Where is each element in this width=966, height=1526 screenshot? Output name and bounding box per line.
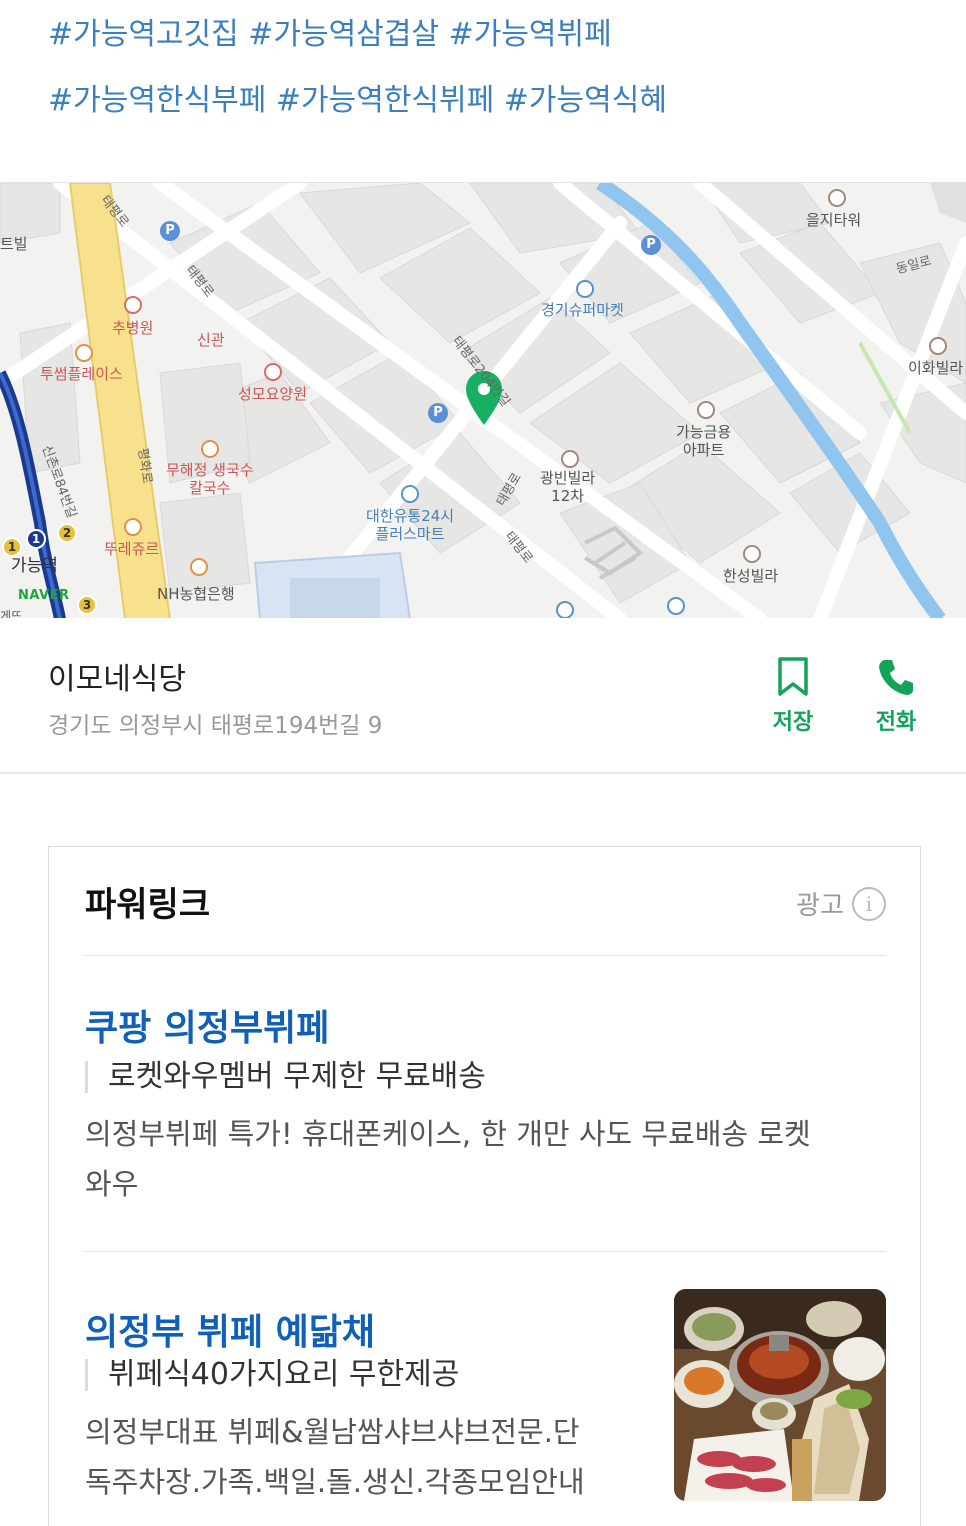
map-label: 가능금용 아파트 [676, 423, 732, 459]
powerlink-section: 파워링크 광고 i 쿠팡 의정부뷔페 로켓와우멤버 무제한 무료배송 의정부뷔페… [48, 846, 921, 1526]
building-icon [743, 545, 761, 563]
map-label: 가능역 [11, 556, 58, 576]
ad-title-link[interactable]: 의정부 뷔페 예닮채 [85, 1303, 375, 1355]
map-label: 한성빌라 [723, 567, 779, 585]
store-icon [401, 485, 419, 503]
bank-icon [190, 558, 208, 576]
hashtag-line-2: #가능역한식부페 #가능역한식뷔페 #가능역식혜 [48, 76, 928, 142]
map-label: 경기슈퍼마켓 [541, 301, 624, 319]
building-icon [828, 189, 846, 207]
ad-notice[interactable]: 광고 i [796, 885, 886, 922]
map-label: 을지타워 [806, 211, 862, 229]
place-address: 경기도 의정부시 태평로194번길 9 [48, 713, 383, 739]
hashtag-link[interactable]: #가능역한식뷔페 [276, 83, 494, 118]
ad-subtitle: 뷔페식40가지요리 무한제공 [85, 1359, 459, 1391]
ad-subtitle: 로켓와우멤버 무제한 무료배송 [85, 1061, 486, 1093]
building-icon [561, 450, 579, 468]
building-icon [697, 401, 715, 419]
subway-line-badge: 2 [57, 523, 77, 543]
buffet-food-image [674, 1289, 886, 1501]
place-card: 이모네식당 경기도 의정부시 태평로194번길 9 저장 전화 [0, 618, 966, 774]
hospital-icon [264, 363, 282, 381]
map-label: 투썸플레이스 [40, 365, 123, 383]
ad-desc-line: 와우 [85, 1167, 139, 1201]
restaurant-icon [124, 518, 142, 536]
ad-description[interactable]: 의정부대표 뷔페&월남쌈샤브샤브전문.단 독주차장.가족.백일.돌.생신.각종모… [85, 1407, 665, 1507]
map-label: 추병원 [112, 319, 154, 337]
place-name[interactable]: 이모네식당 [48, 654, 186, 698]
phone-icon [879, 660, 913, 695]
hashtag-link[interactable]: #가능역한식부페 [48, 83, 266, 118]
map-label: 이화빌라 [908, 359, 964, 377]
cafe-icon [75, 344, 93, 362]
map-label: NH농협은행 [157, 585, 235, 603]
call-label: 전화 [875, 710, 917, 735]
map-view[interactable]: P P P 1 1 2 3 을지타워 동일로 이화빌라 경기슈퍼마켓 가능금용 아… [0, 182, 966, 618]
subway-line-badge: 1 [2, 537, 22, 557]
ad-title-link[interactable]: 쿠팡 의정부뷔페 [85, 999, 329, 1051]
parking-icon: P [641, 235, 661, 255]
call-button[interactable]: 전화 [861, 656, 931, 736]
map-label: 대한유통24시 플러스마트 [366, 507, 455, 543]
map-label: 신관 [197, 331, 225, 349]
store-icon [576, 280, 594, 298]
hashtag-line-1: #가능역고깃집 #가능역삼겹살 #가능역뷔페 [48, 10, 928, 76]
save-button[interactable]: 저장 [758, 656, 828, 736]
ad-desc-line: 의정부뷔페 특가! 휴대폰케이스, 한 개만 사도 무료배송 로켓 [85, 1117, 811, 1151]
ad-thumbnail-image[interactable] [674, 1289, 886, 1501]
powerlink-title: 파워링크 [85, 885, 211, 925]
ad-description[interactable]: 의정부뷔페 특가! 휴대폰케이스, 한 개만 사도 무료배송 로켓 와우 [85, 1109, 885, 1209]
map-label: 광빈빌라 12차 [540, 469, 596, 505]
map-label: 뚜레쥬르 [104, 540, 160, 558]
bookmark-icon [778, 657, 808, 696]
map-label: 트빌 [0, 235, 28, 253]
restaurant-icon [201, 440, 219, 458]
map-label: 게뜨 [0, 609, 23, 618]
divider [83, 1251, 886, 1252]
gas-station-icon [556, 601, 574, 618]
naver-logo: NAVER [18, 588, 70, 603]
parking-icon: P [428, 403, 448, 423]
hashtag-link[interactable]: #가능역식혜 [504, 83, 667, 118]
divider [83, 955, 886, 956]
map-label: 성모요양원 [238, 385, 308, 403]
hashtag-link[interactable]: #가능역고깃집 [48, 17, 239, 52]
subway-line-badge: 1 [26, 529, 46, 549]
hospital-icon [124, 296, 142, 314]
hashtag-link[interactable]: #가능역뷔페 [449, 17, 612, 52]
map-label: 무해정 생국수 칼국수 [166, 461, 254, 497]
hashtag-link[interactable]: #가능역삼겹살 [248, 17, 439, 52]
ad-desc-line: 의정부대표 뷔페&월남쌈샤브샤브전문.단 [85, 1415, 580, 1449]
repair-icon [667, 597, 685, 615]
building-icon [929, 337, 947, 355]
parking-icon: P [160, 221, 180, 241]
info-icon[interactable]: i [852, 886, 886, 921]
hashtag-section: #가능역고깃집 #가능역삼겹살 #가능역뷔페 #가능역한식부페 #가능역한식뷔페… [48, 10, 928, 142]
save-label: 저장 [772, 710, 814, 735]
ad-desc-line: 독주차장.가족.백일.돌.생신.각종모임안내 [85, 1465, 585, 1499]
ad-label: 광고 [796, 891, 844, 921]
subway-line-badge: 3 [77, 595, 97, 615]
